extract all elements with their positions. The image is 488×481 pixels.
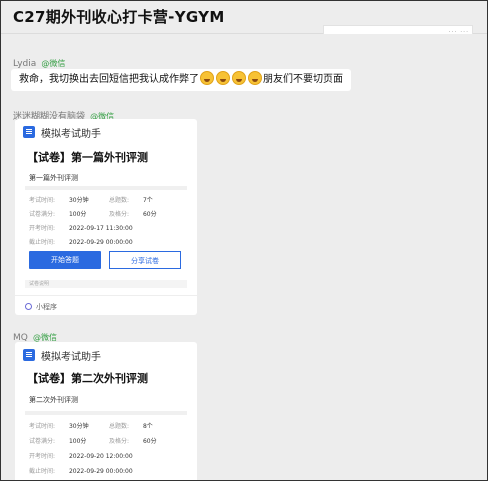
chat-title: C27期外刊收心打卡营-YGYM <box>13 8 225 26</box>
message-text-end: 朋友们不要切页面 <box>263 74 343 85</box>
card-title: 【试卷】第二次外刊评测 <box>27 372 148 385</box>
question-count: 总题数: 8个 <box>109 423 153 430</box>
exam-duration: 考试时间: 30分钟 <box>29 423 89 430</box>
mini-program-card[interactable]: 模拟考试助手 【试卷】第一篇外刊评测 第一篇外刊评测 考试时间: 30分钟 总题… <box>15 119 197 315</box>
start-time: 开考时间: 2022-09-17 11:30:00 <box>29 225 133 232</box>
pass-score: 及格分: 60分 <box>109 211 157 218</box>
end-time: 截止时间: 2022-09-29 00:00:00 <box>29 239 133 246</box>
divider <box>15 295 197 296</box>
message-text: 救命，我切换出去回短信把我认成作弊了 <box>19 74 199 85</box>
card-footer-note: 试卷说明 <box>25 280 187 288</box>
full-score: 试卷满分: 100分 <box>29 438 87 445</box>
more-options-icon[interactable]: ··· ··· <box>449 29 469 36</box>
exam-app-icon <box>23 349 35 361</box>
app-name: 模拟考试助手 <box>41 129 101 140</box>
card-subtitle: 第一篇外刊评测 <box>29 174 78 182</box>
sender-source: @微信 <box>32 333 57 342</box>
grinning-sweat-emoji-icon <box>200 71 214 85</box>
sender-source: @微信 <box>41 59 66 68</box>
message-bubble[interactable]: 救命，我切换出去回短信把我认成作弊了 朋友们不要切页面 <box>11 69 351 91</box>
grinning-sweat-emoji-icon <box>216 71 230 85</box>
full-score: 试卷满分: 100分 <box>29 211 87 218</box>
card-subtitle: 第二次外刊评测 <box>29 396 78 404</box>
message-sender: Lydia @微信 <box>13 51 65 70</box>
title-bar: C27期外刊收心打卡营-YGYM ··· ··· <box>1 1 487 36</box>
divider <box>25 186 187 190</box>
start-time: 开考时间: 2022-09-20 12:00:00 <box>29 453 133 460</box>
share-exam-button[interactable]: 分享试卷 <box>109 251 181 269</box>
chat-window: C27期外刊收心打卡营-YGYM ··· ··· Lydia @微信 救命，我切… <box>0 0 488 481</box>
mini-program-icon <box>25 303 32 310</box>
sender-name: Lydia <box>13 59 37 69</box>
exam-app-icon <box>23 126 35 138</box>
mini-program-card[interactable]: 模拟考试助手 【试卷】第二次外刊评测 第二次外刊评测 考试时间: 30分钟 总题… <box>15 342 197 480</box>
pass-score: 及格分: 60分 <box>109 438 157 445</box>
card-header: 模拟考试助手 <box>15 119 197 145</box>
start-exam-button[interactable]: 开始答题 <box>29 251 101 269</box>
app-name: 模拟考试助手 <box>41 352 101 363</box>
grinning-sweat-emoji-icon <box>248 71 262 85</box>
grinning-sweat-emoji-icon <box>232 71 246 85</box>
card-header: 模拟考试助手 <box>15 342 197 368</box>
card-title: 【试卷】第一篇外刊评测 <box>27 151 148 164</box>
exam-duration: 考试时间: 30分钟 <box>29 197 89 204</box>
divider <box>25 411 187 415</box>
mini-program-label: 小程序 <box>25 302 57 312</box>
end-time: 截止时间: 2022-09-29 00:00:00 <box>29 468 133 475</box>
question-count: 总题数: 7个 <box>109 197 153 204</box>
